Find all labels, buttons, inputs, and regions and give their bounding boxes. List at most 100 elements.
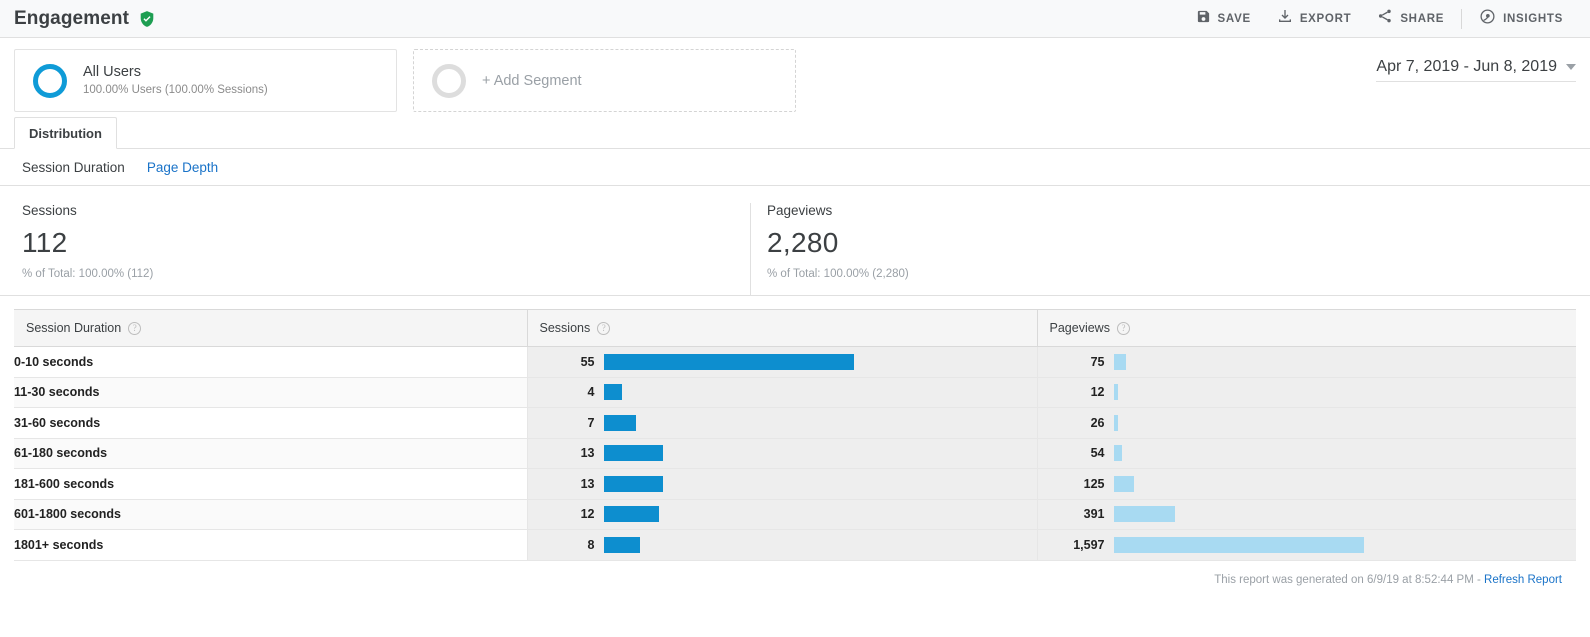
verified-shield-icon xyxy=(138,10,156,28)
summary-metrics: Sessions 112 % of Total: 100.00% (112) P… xyxy=(0,186,1590,296)
sessions-bar xyxy=(603,414,636,431)
cell-session-duration: 601-1800 seconds xyxy=(14,499,527,530)
column-header-pageviews[interactable]: Pageviews ? xyxy=(1036,309,1576,347)
export-button[interactable]: EXPORT xyxy=(1264,0,1365,38)
cell-sessions-cell: 12 xyxy=(526,499,1037,530)
segment-all-users[interactable]: All Users 100.00% Users (100.00% Session… xyxy=(14,49,397,112)
help-icon[interactable]: ? xyxy=(1116,321,1130,335)
cell-session-duration: 11-30 seconds xyxy=(14,377,527,408)
toolbar-divider xyxy=(1461,8,1463,29)
cell-sessions-value: 13 xyxy=(580,446,595,461)
cell-session-duration: 31-60 seconds xyxy=(14,407,527,439)
summary-metric-pageviews: Pageviews 2,280 % of Total: 100.00% (2,2… xyxy=(750,203,1450,295)
summary-sessions-value: 112 xyxy=(22,227,68,258)
page-title: Engagement xyxy=(14,7,130,29)
cell-pageviews-value: 12 xyxy=(1090,385,1105,400)
distribution-table-wrapper: Session Duration ? Sessions ? Pageviews … xyxy=(0,296,1590,586)
cell-session-duration: 0-10 seconds xyxy=(14,346,527,378)
cell-sessions-cell: 13 xyxy=(526,438,1037,469)
pageviews-bar xyxy=(1113,475,1134,492)
cell-pageviews-cell: 391 xyxy=(1036,499,1576,530)
segment-bar: All Users 100.00% Users (100.00% Session… xyxy=(0,38,1590,117)
table-row[interactable]: 61-180 seconds 13 54 xyxy=(14,438,1576,469)
table-row[interactable]: 1801+ seconds 8 1,597 xyxy=(14,529,1576,561)
export-download-icon xyxy=(1277,8,1293,29)
refresh-report-link[interactable]: Refresh Report xyxy=(1484,574,1562,586)
column-header-label: Pageviews xyxy=(1049,321,1110,335)
cell-pageviews-cell: 1,597 xyxy=(1036,529,1576,561)
insights-button[interactable]: INSIGHTS xyxy=(1466,0,1576,38)
sub-tab-strip: Session Duration Page Depth xyxy=(0,149,1590,186)
sessions-bar xyxy=(603,445,663,462)
cell-sessions-value: 4 xyxy=(587,385,595,400)
date-range-picker[interactable]: Apr 7, 2019 - Jun 8, 2019 xyxy=(1376,58,1576,82)
table-row[interactable]: 181-600 seconds 13 125 xyxy=(14,468,1576,500)
summary-pageviews-value: 2,280 xyxy=(767,227,839,258)
cell-pageviews-value: 125 xyxy=(1083,476,1105,491)
pageviews-bar xyxy=(1113,536,1364,553)
add-segment-button[interactable]: + Add Segment xyxy=(413,49,796,112)
cell-session-duration: 61-180 seconds xyxy=(14,438,527,469)
table-row[interactable]: 31-60 seconds 7 26 xyxy=(14,407,1576,439)
summary-sessions-label: Sessions xyxy=(22,203,77,218)
column-header-session-duration[interactable]: Session Duration ? xyxy=(14,309,527,347)
pageviews-bar xyxy=(1113,506,1175,523)
insights-atom-icon xyxy=(1479,8,1496,30)
add-segment-ring-icon xyxy=(432,63,466,98)
report-footer: This report was generated on 6/9/19 at 8… xyxy=(14,561,1576,586)
save-floppy-icon xyxy=(1196,9,1211,29)
cell-pageviews-cell: 75 xyxy=(1036,346,1576,378)
cell-sessions-value: 12 xyxy=(580,507,595,522)
table-row[interactable]: 11-30 seconds 4 12 xyxy=(14,377,1576,408)
sessions-bar xyxy=(603,536,640,553)
share-nodes-icon xyxy=(1377,8,1393,29)
tab-strip: Distribution xyxy=(0,117,1590,149)
summary-sessions-sub: % of Total: 100.00% (112) xyxy=(22,268,154,280)
save-label: SAVE xyxy=(1217,12,1251,25)
cell-pageviews-value: 54 xyxy=(1090,446,1105,461)
share-button[interactable]: SHARE xyxy=(1364,0,1457,38)
cell-sessions-cell: 4 xyxy=(526,377,1037,408)
pageviews-bar xyxy=(1113,414,1118,431)
help-icon[interactable]: ? xyxy=(128,321,142,335)
table-header-row: Session Duration ? Sessions ? Pageviews … xyxy=(14,309,1576,347)
cell-sessions-value: 55 xyxy=(580,354,595,369)
insights-label: INSIGHTS xyxy=(1503,12,1563,25)
cell-pageviews-value: 391 xyxy=(1083,507,1105,522)
subtab-session-duration[interactable]: Session Duration xyxy=(22,160,125,175)
cell-pageviews-value: 26 xyxy=(1090,415,1105,430)
summary-pageviews-sub: % of Total: 100.00% (2,280) xyxy=(767,268,909,280)
cell-sessions-value: 8 xyxy=(587,537,595,552)
tab-distribution[interactable]: Distribution xyxy=(14,117,117,149)
column-header-label: Sessions xyxy=(539,321,591,335)
summary-metric-sessions: Sessions 112 % of Total: 100.00% (112) xyxy=(0,203,750,295)
cell-session-duration: 1801+ seconds xyxy=(14,529,527,561)
table-row[interactable]: 0-10 seconds 55 75 xyxy=(14,346,1576,378)
cell-pageviews-cell: 12 xyxy=(1036,377,1576,408)
cell-pageviews-cell: 125 xyxy=(1036,468,1576,500)
table-body: 0-10 seconds 55 75 11-30 seconds 4 12 31-60 se… xyxy=(14,346,1576,561)
top-bar: Engagement SAVE EXPORT SHARE INSIGHTS xyxy=(0,0,1590,38)
report-generated-text: This report was generated on 6/9/19 at 8… xyxy=(1214,573,1485,586)
pageviews-bar xyxy=(1113,384,1118,401)
cell-pageviews-value: 1,597 xyxy=(1073,537,1105,552)
table-row[interactable]: 601-1800 seconds 12 391 xyxy=(14,499,1576,530)
summary-pageviews-label: Pageviews xyxy=(767,203,833,218)
date-range-value: Apr 7, 2019 - Jun 8, 2019 xyxy=(1376,58,1557,75)
cell-pageviews-value: 75 xyxy=(1090,354,1105,369)
cell-sessions-cell: 7 xyxy=(526,407,1037,439)
add-segment-label: + Add Segment xyxy=(482,72,582,89)
cell-sessions-cell: 13 xyxy=(526,468,1037,500)
column-header-sessions[interactable]: Sessions ? xyxy=(526,309,1037,347)
segment-text: All Users 100.00% Users (100.00% Session… xyxy=(83,63,268,98)
cell-sessions-value: 13 xyxy=(580,476,595,491)
sessions-bar xyxy=(603,384,622,401)
subtab-page-depth[interactable]: Page Depth xyxy=(147,160,218,175)
cell-sessions-cell: 55 xyxy=(526,346,1037,378)
cell-session-duration: 181-600 seconds xyxy=(14,468,527,500)
segment-subtext: 100.00% Users (100.00% Sessions) xyxy=(83,84,268,97)
cell-sessions-value: 7 xyxy=(587,415,595,430)
save-button[interactable]: SAVE xyxy=(1183,0,1264,38)
share-label: SHARE xyxy=(1400,12,1445,25)
help-icon[interactable]: ? xyxy=(597,321,611,335)
